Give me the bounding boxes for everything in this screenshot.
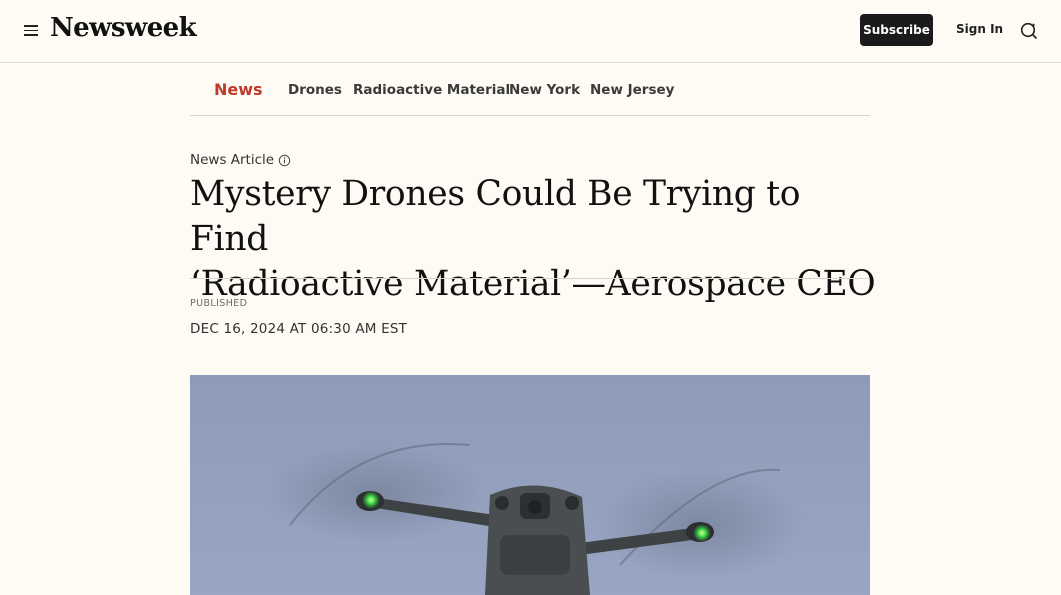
topic-news[interactable]: News: [214, 80, 263, 99]
site-header: Newsweek Subscribe Sign In: [0, 0, 1061, 63]
published-date: DEC 16, 2024 AT 06:30 AM EST: [190, 321, 408, 337]
search-icon[interactable]: [1019, 20, 1039, 40]
article-headline: Mystery Drones Could Be Trying to Find ‘…: [190, 172, 880, 307]
article-type-label: News Article: [190, 152, 275, 168]
topic-new-jersey[interactable]: New Jersey: [590, 82, 674, 98]
hero-image: [190, 375, 870, 595]
sign-in-link[interactable]: Sign In: [956, 22, 1003, 36]
drone-photo: [190, 375, 870, 595]
headline-line-2: ‘Radioactive Material’—Aerospace CEO: [190, 264, 876, 304]
divider: [190, 278, 870, 279]
site-logo[interactable]: Newsweek: [50, 13, 197, 43]
headline-line-1: Mystery Drones Could Be Trying to Find: [190, 174, 801, 259]
published-label: PUBLISHED: [190, 298, 248, 309]
info-icon[interactable]: [278, 154, 291, 167]
topic-new-york[interactable]: New York: [509, 82, 580, 98]
topic-radioactive-material[interactable]: Radioactive Material: [353, 82, 510, 98]
subscribe-button[interactable]: Subscribe: [860, 14, 933, 46]
topic-nav: News Drones Radioactive Material New Yor…: [190, 63, 870, 116]
hamburger-menu-icon[interactable]: [23, 22, 39, 38]
article-type: News Article: [190, 152, 291, 168]
topic-drones[interactable]: Drones: [288, 82, 342, 98]
